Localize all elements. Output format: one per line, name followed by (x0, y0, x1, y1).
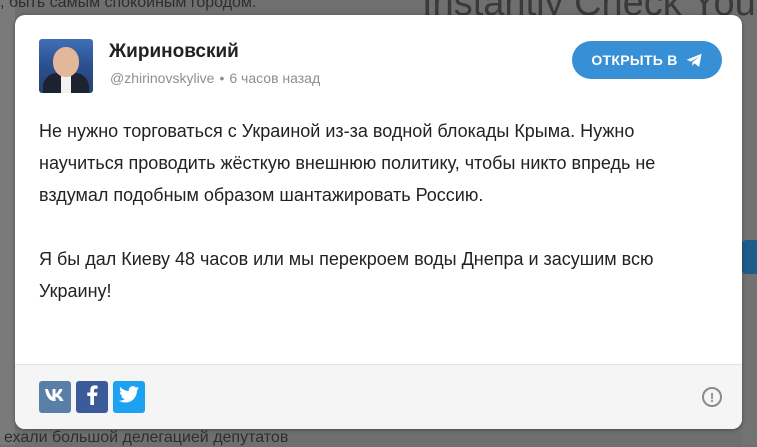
post-time: 6 часов назад (229, 70, 321, 86)
share-buttons (39, 381, 145, 413)
avatar-shirt (61, 75, 71, 93)
open-in-telegram-button[interactable]: ОТКРЫТЬ В (572, 41, 722, 79)
meta-separator: • (219, 70, 225, 86)
info-icon-symbol: ! (709, 389, 715, 405)
info-icon[interactable]: ! (702, 387, 722, 407)
facebook-icon (86, 384, 98, 410)
open-button-label: ОТКРЫТЬ В (591, 52, 678, 68)
background-top-text: , быть самым спокойным городом. (0, 0, 257, 11)
avatar-face (53, 47, 79, 77)
twitter-icon (119, 386, 139, 408)
background-blue-tab (741, 240, 757, 274)
post-body: Не нужно торговаться с Украиной из-за во… (39, 115, 712, 307)
background-right-column (742, 0, 757, 445)
share-twitter-button[interactable] (113, 381, 145, 413)
author-name[interactable]: Жириновский (109, 41, 239, 63)
telegram-post-card: Жириновский @zhirinovskylive • 6 часов наз… (15, 15, 742, 429)
vk-icon (44, 388, 66, 407)
telegram-icon (686, 53, 703, 68)
background-left-column (0, 0, 15, 445)
avatar[interactable] (39, 39, 93, 93)
author-handle[interactable]: @zhirinovskylive (110, 70, 214, 86)
share-facebook-button[interactable] (76, 381, 108, 413)
post-footer: ! (15, 364, 742, 429)
post-meta: @zhirinovskylive • 6 часов назад (110, 70, 320, 86)
post-paragraph: Я бы дал Киеву 48 часов или мы перекроем… (39, 249, 654, 301)
background-bottom-text: ехали большой делегацией депутатов (4, 429, 289, 446)
post-paragraph: Не нужно торговаться с Украиной из-за во… (39, 121, 656, 205)
post-header: Жириновский @zhirinovskylive • 6 часов наз… (39, 39, 722, 93)
share-vk-button[interactable] (39, 381, 71, 413)
